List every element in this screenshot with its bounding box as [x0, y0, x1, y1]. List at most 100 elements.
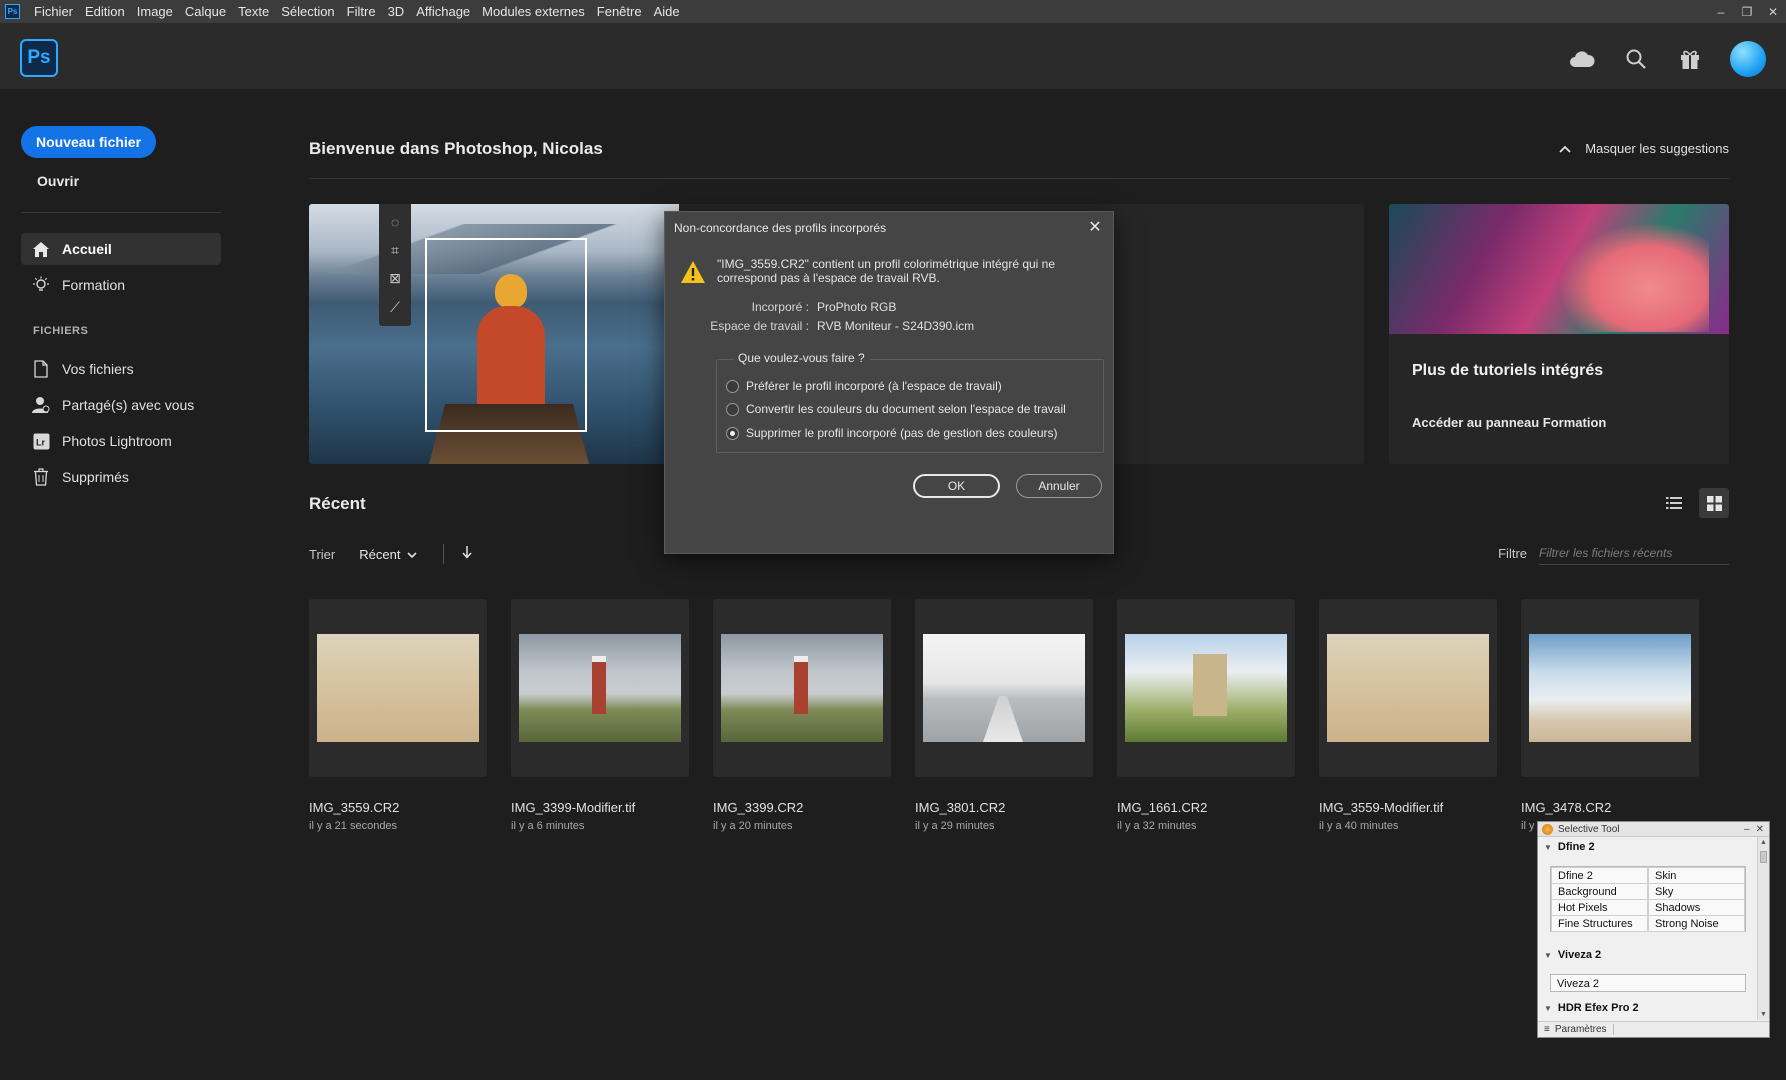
- gift-icon[interactable]: [1676, 45, 1704, 73]
- menu-fenetre[interactable]: Fenêtre: [591, 0, 648, 23]
- settings-tab[interactable]: Paramètres: [1555, 1024, 1614, 1035]
- radio-button[interactable]: [726, 402, 739, 416]
- lightbulb-icon: [31, 275, 51, 295]
- close-window-button[interactable]: ✕: [1760, 5, 1786, 19]
- tutorials-card-title: Plus de tutoriels intégrés: [1412, 362, 1604, 379]
- sort-dropdown[interactable]: Récent: [359, 547, 418, 562]
- file-time: il y a 6 minutes: [511, 820, 585, 832]
- view-toggle: [1659, 488, 1729, 518]
- thumbnail-frame: [713, 599, 891, 777]
- sidebar-item-photos-lightroom[interactable]: Lr Photos Lightroom: [21, 425, 221, 457]
- selective-tool-titlebar[interactable]: Selective Tool – ✕: [1538, 822, 1769, 837]
- recent-file-item[interactable]: IMG_3801.CR2 il y a 29 minutes: [915, 599, 1093, 832]
- menu-filtre[interactable]: Filtre: [341, 0, 382, 23]
- avatar[interactable]: [1730, 41, 1766, 77]
- list-view-icon[interactable]: [1659, 488, 1689, 518]
- dialog-close-button[interactable]: ✕: [1084, 216, 1106, 238]
- menu-image[interactable]: Image: [131, 0, 179, 23]
- thumbnail-frame: [511, 599, 689, 777]
- files-section-heading: FICHIERS: [33, 325, 89, 337]
- file-time: il y a 32 minutes: [1117, 820, 1197, 832]
- recent-files-grid: IMG_3559.CR2 il y a 21 secondes IMG_3399…: [309, 599, 1699, 832]
- menu-aide[interactable]: Aide: [648, 0, 686, 23]
- hero-canoe-image: ◌ ⌗ ⊠ ⟋: [309, 204, 679, 464]
- filter-input[interactable]: [1539, 541, 1729, 565]
- radio-button[interactable]: [726, 379, 739, 393]
- thumbnail-beach: [317, 634, 479, 742]
- search-icon[interactable]: [1622, 45, 1650, 73]
- dfine-item[interactable]: Dfine 2: [1551, 867, 1648, 884]
- restore-button[interactable]: ❐: [1734, 5, 1760, 19]
- dfine-item[interactable]: Background: [1551, 883, 1648, 900]
- scroll-thumb[interactable]: [1760, 851, 1767, 863]
- scroll-up-icon[interactable]: ▲: [1760, 839, 1767, 846]
- recent-file-item[interactable]: IMG_3478.CR2 il y: [1521, 599, 1699, 832]
- menu-3d[interactable]: 3D: [382, 0, 411, 23]
- menu-affichage[interactable]: Affichage: [410, 0, 476, 23]
- sidebar-item-vos-fichiers[interactable]: Vos fichiers: [21, 353, 221, 385]
- cloud-icon[interactable]: [1568, 45, 1596, 73]
- section-dfine[interactable]: ▼ Dfine 2: [1544, 841, 1595, 853]
- file-name: IMG_3559.CR2: [309, 800, 400, 815]
- option-convert[interactable]: Convertir les couleurs du document selon…: [726, 402, 1066, 416]
- recent-file-item[interactable]: IMG_3399.CR2 il y a 20 minutes: [713, 599, 891, 832]
- dfine-item[interactable]: Skin: [1648, 867, 1745, 884]
- panel-close-button[interactable]: ✕: [1756, 824, 1764, 835]
- working-space-value: RVB Moniteur - S24D390.icm: [817, 319, 975, 333]
- sidebar-item-accueil[interactable]: Accueil: [21, 233, 221, 265]
- scroll-down-icon[interactable]: ▼: [1760, 1011, 1767, 1018]
- header-actions: [1568, 41, 1766, 77]
- recent-file-item[interactable]: IMG_3559.CR2 il y a 21 secondes: [309, 599, 487, 832]
- option-discard[interactable]: Supprimer le profil incorporé (pas de ge…: [726, 426, 1058, 440]
- minimize-button[interactable]: –: [1708, 5, 1734, 19]
- sidebar-item-supprimes[interactable]: Supprimés: [21, 461, 221, 493]
- menu-calque[interactable]: Calque: [179, 0, 232, 23]
- file-name: IMG_3801.CR2: [915, 800, 1006, 815]
- recent-file-item[interactable]: IMG_3559-Modifier.tif il y a 40 minutes: [1319, 599, 1497, 832]
- dialog-title: Non-concordance des profils incorporés: [674, 221, 887, 235]
- trash-icon: [31, 467, 51, 487]
- section-label: Viveza 2: [1557, 949, 1602, 961]
- sidebar-item-partages[interactable]: Partagé(s) avec vous: [21, 389, 221, 421]
- hide-suggestions-button[interactable]: Masquer les suggestions: [1559, 141, 1729, 156]
- lightroom-icon: Lr: [31, 431, 51, 451]
- viveza-item[interactable]: Viveza 2: [1550, 974, 1746, 992]
- file-name: IMG_3399.CR2: [713, 800, 804, 815]
- tutorials-card[interactable]: Plus de tutoriels intégrés Accéder au pa…: [1389, 204, 1729, 464]
- menu-selection[interactable]: Sélection: [275, 0, 340, 23]
- dfine-item[interactable]: Sky: [1648, 883, 1745, 900]
- collapse-triangle-icon: ▼: [1544, 842, 1552, 852]
- panel-scrollbar[interactable]: ▲ ▼: [1757, 837, 1769, 1020]
- menu-texte[interactable]: Texte: [232, 0, 275, 23]
- dfine-item[interactable]: Hot Pixels: [1551, 899, 1648, 916]
- section-label: HDR Efex Pro 2: [1557, 1002, 1639, 1014]
- panel-minimize-button[interactable]: –: [1744, 824, 1750, 835]
- recent-file-item[interactable]: IMG_3399-Modifier.tif il y a 6 minutes: [511, 599, 689, 832]
- menu-modules-externes[interactable]: Modules externes: [476, 0, 591, 23]
- option-use-embedded[interactable]: Préférer le profil incorporé (à l'espace…: [726, 379, 1002, 393]
- option-label: Préférer le profil incorporé (à l'espace…: [746, 379, 1002, 393]
- menu-edition[interactable]: Edition: [79, 0, 131, 23]
- sort-separator: [443, 544, 445, 564]
- sort-direction-icon[interactable]: [462, 546, 473, 562]
- dfine-item[interactable]: Fine Structures: [1551, 915, 1648, 932]
- new-file-button[interactable]: Nouveau fichier: [21, 126, 157, 158]
- section-hdr-efex[interactable]: ▼ HDR Efex Pro 2: [1544, 1002, 1639, 1014]
- ok-button[interactable]: OK: [913, 474, 1000, 498]
- cancel-button[interactable]: Annuler: [1016, 474, 1102, 498]
- open-formation-panel-link[interactable]: Accéder au panneau Formation: [1412, 415, 1606, 430]
- open-button[interactable]: Ouvrir: [37, 173, 79, 189]
- recent-file-item[interactable]: IMG_1661.CR2 il y a 32 minutes: [1117, 599, 1295, 832]
- radio-button-checked[interactable]: [726, 426, 739, 440]
- menu-fichier[interactable]: Fichier: [28, 0, 79, 23]
- grid-view-icon[interactable]: [1699, 488, 1729, 518]
- collapse-triangle-icon: ▼: [1544, 1003, 1552, 1013]
- dfine-item[interactable]: Shadows: [1648, 899, 1745, 916]
- photoshop-logo[interactable]: Ps: [20, 39, 58, 77]
- thumbnail-ruin: [1125, 634, 1287, 742]
- hide-suggestions-label: Masquer les suggestions: [1585, 141, 1729, 156]
- dfine-item[interactable]: Strong Noise: [1648, 915, 1745, 932]
- section-viveza[interactable]: ▼ Viveza 2: [1544, 949, 1601, 961]
- sidebar-item-formation[interactable]: Formation: [21, 269, 221, 301]
- file-time: il y a 40 minutes: [1319, 820, 1399, 832]
